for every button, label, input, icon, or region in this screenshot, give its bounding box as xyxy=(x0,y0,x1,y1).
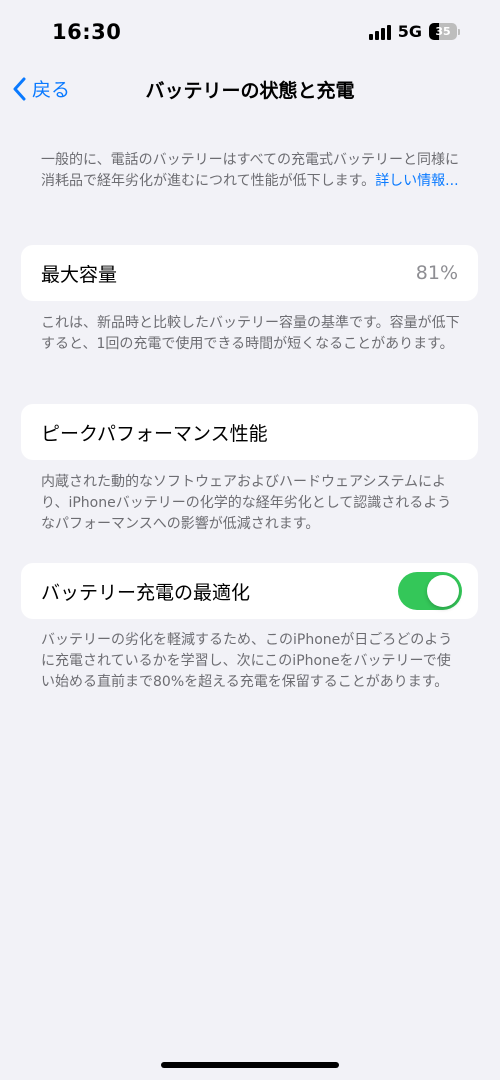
toggle-knob xyxy=(427,575,459,607)
navigation-bar: 戻る バッテリーの状態と充電 xyxy=(0,70,500,110)
peak-performance-label: ピークパフォーマンス性能 xyxy=(41,422,268,445)
home-indicator[interactable] xyxy=(161,1062,339,1068)
optimized-charging-label: バッテリー充電の最適化 xyxy=(41,581,251,604)
status-indicators: 5G 35 xyxy=(368,22,460,41)
status-bar: 16:30 5G 35 xyxy=(0,0,500,70)
max-capacity-footer: これは、新品時と比較したバッテリー容量の基準です。容量が低下すると、1回の充電で… xyxy=(41,315,460,352)
optimized-charging-row: バッテリー充電の最適化 xyxy=(21,563,478,619)
cellular-signal-icon xyxy=(368,24,391,40)
max-capacity-row: 最大容量 81% xyxy=(21,245,478,301)
learn-more-link[interactable]: 詳しい情報... xyxy=(375,173,458,189)
peak-performance-footer: 内蔵された動的なソフトウェアおよびハードウェアシステムにより、iPhoneバッテ… xyxy=(41,474,452,532)
network-type: 5G xyxy=(397,22,422,41)
page-title: バッテリーの状態と充電 xyxy=(145,80,355,102)
max-capacity-value: 81% xyxy=(415,262,458,284)
battery-level: 35 xyxy=(435,25,451,38)
battery-icon: 35 xyxy=(429,23,460,40)
intro-description: 一般的に、電話のバッテリーはすべての充電式バッテリーと同様に消耗品で経年劣化が進… xyxy=(41,150,461,192)
max-capacity-label: 最大容量 xyxy=(41,263,118,286)
status-time: 16:30 xyxy=(52,20,122,44)
optimized-charging-toggle[interactable] xyxy=(398,572,462,610)
peak-performance-row[interactable]: ピークパフォーマンス性能 xyxy=(21,404,478,460)
optimized-charging-footer: バッテリーの劣化を軽減するため、このiPhoneが日ごろどのように充電されている… xyxy=(41,632,453,690)
